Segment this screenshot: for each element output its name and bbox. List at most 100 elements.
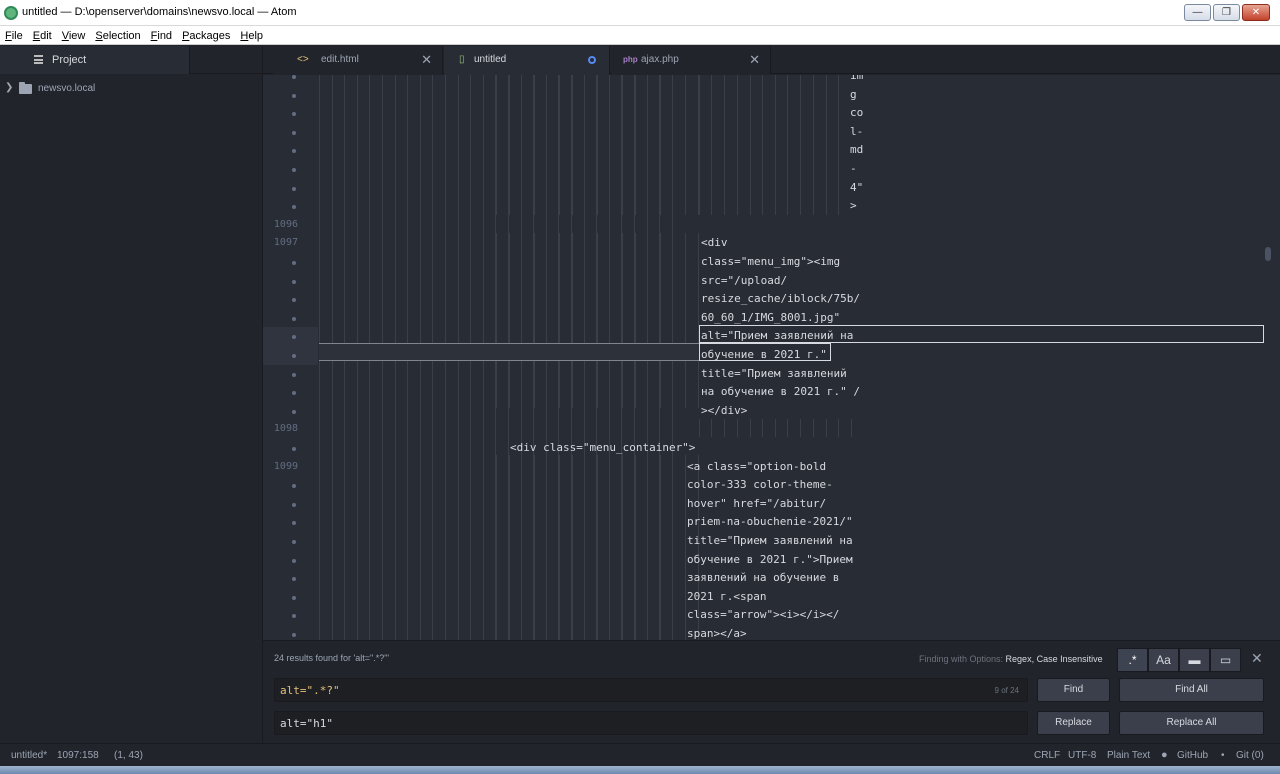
- code-line[interactable]: 2021 г.<span: [687, 588, 766, 607]
- code-line[interactable]: im: [850, 75, 863, 86]
- indent-guide: [699, 75, 700, 215]
- indent-guide: [534, 233, 535, 408]
- code-line[interactable]: l-: [850, 123, 863, 142]
- code-line[interactable]: md: [850, 141, 863, 160]
- indent-guide: [838, 75, 839, 215]
- code-line[interactable]: 4": [850, 179, 863, 198]
- indent-guide: [597, 233, 598, 408]
- indent-guide: [672, 75, 673, 215]
- code-line[interactable]: class="menu_img"><img: [701, 253, 840, 272]
- code-line[interactable]: color-333 color-theme-: [687, 476, 833, 495]
- minimize-button[interactable]: —: [1184, 4, 1211, 21]
- replace-input-value: alt="h1": [280, 717, 333, 730]
- status-git[interactable]: Git (0): [1236, 750, 1264, 761]
- status-line-ending[interactable]: CRLF: [1034, 750, 1060, 761]
- menu-edit[interactable]: Edit: [28, 27, 57, 42]
- case-sensitive-toggle-button[interactable]: Aa: [1148, 648, 1179, 672]
- indent-guide: [559, 455, 560, 640]
- maximize-button[interactable]: ❐: [1213, 4, 1240, 21]
- replace-button[interactable]: Replace: [1037, 711, 1110, 735]
- modified-indicator-icon[interactable]: [588, 56, 596, 64]
- code-line[interactable]: priem-na-obuchenie-2021/": [687, 513, 853, 532]
- tree-item-root-folder[interactable]: ❯ newsvo.local: [0, 80, 262, 98]
- status-encoding[interactable]: UTF-8: [1068, 750, 1096, 761]
- indent-guide: [762, 419, 763, 437]
- text-editor[interactable]: 1096 1097 1098 1099 im g co l-md -4" > <div class=…: [263, 75, 1280, 640]
- code-line[interactable]: 60_60_1/IMG_8001.jpg": [701, 309, 840, 328]
- code-line[interactable]: заявлений на обучение в: [687, 569, 839, 588]
- code-line[interactable]: <div: [701, 234, 728, 253]
- replace-input[interactable]: alt="h1": [274, 711, 1028, 735]
- whole-word-toggle-button[interactable]: ▭: [1210, 648, 1241, 672]
- soft-wrap-dot: [292, 595, 296, 600]
- title-bar: untitled — D:\openserver\domains\newsvo.…: [0, 0, 1280, 26]
- code-line[interactable]: -: [850, 160, 857, 179]
- file-icon: ▯: [459, 54, 465, 65]
- status-file-name[interactable]: untitled*: [11, 750, 47, 761]
- indent-guide: [622, 455, 623, 640]
- project-tab[interactable]: Project: [0, 46, 190, 74]
- code-line[interactable]: <a class="option-bold: [687, 458, 826, 477]
- code-line[interactable]: обучение в 2021 г.">Прием: [687, 551, 853, 570]
- code-line[interactable]: <div class="menu_container">: [510, 439, 695, 458]
- vertical-scrollbar[interactable]: [1265, 247, 1271, 261]
- indent-guide: [609, 455, 610, 640]
- status-cursor-position[interactable]: 1097:158: [57, 750, 99, 761]
- status-github[interactable]: GitHub: [1177, 750, 1208, 761]
- menu-help[interactable]: Help: [235, 27, 268, 42]
- find-all-button[interactable]: Find All: [1119, 678, 1264, 702]
- code-line[interactable]: на обучение в 2021 г." /: [701, 383, 860, 402]
- tab-label: edit.html: [321, 54, 359, 65]
- tab-untitled[interactable]: ▯ untitled: [444, 46, 610, 75]
- menu-view[interactable]: View: [57, 27, 91, 42]
- indent-guide: [496, 455, 497, 640]
- code-line[interactable]: ></div>: [701, 402, 747, 421]
- code-line[interactable]: span></a>: [687, 625, 747, 640]
- github-icon[interactable]: ●: [1161, 749, 1168, 761]
- code-line[interactable]: g: [850, 86, 857, 105]
- menu-packages[interactable]: Packages: [177, 27, 235, 42]
- git-branch-icon[interactable]: •: [1221, 750, 1225, 761]
- close-window-button[interactable]: ✕: [1242, 4, 1270, 21]
- menu-file[interactable]: File: [0, 27, 28, 42]
- options-prefix: Finding with Options:: [919, 654, 1006, 664]
- find-input[interactable]: alt=".*?" 9 of 24: [274, 678, 1028, 702]
- close-find-panel-icon[interactable]: ✕: [1251, 650, 1263, 667]
- indent-guide: [496, 233, 497, 408]
- chevron-right-icon[interactable]: ❯: [5, 82, 13, 93]
- code-line[interactable]: src="/upload/: [701, 272, 787, 291]
- close-tab-icon[interactable]: ✕: [421, 52, 432, 68]
- indent-guide: [609, 233, 610, 408]
- code-line[interactable]: alt="Прием заявлений на: [701, 327, 853, 346]
- code-line[interactable]: >: [850, 197, 857, 216]
- menu-selection[interactable]: Selection: [90, 27, 145, 42]
- cursor-line-highlight: [319, 343, 699, 361]
- indent-guide: [813, 419, 814, 437]
- indent-guide: [635, 233, 636, 408]
- code-line[interactable]: hover" href="/abitur/: [687, 495, 826, 514]
- code-line[interactable]: обучение в 2021 г.": [701, 346, 827, 365]
- code-line[interactable]: title="Прием заявлений: [701, 365, 847, 384]
- regex-toggle-button[interactable]: .*: [1117, 648, 1148, 672]
- find-input-value: alt=".*?": [280, 684, 340, 697]
- find-button[interactable]: Find: [1037, 678, 1110, 702]
- soft-wrap-dot: [292, 391, 296, 396]
- tab-bar: <> edit.html ✕ ▯ untitled php ajax.php ✕: [263, 46, 1280, 75]
- close-tab-icon[interactable]: ✕: [749, 52, 760, 68]
- code-line[interactable]: co: [850, 104, 863, 123]
- status-grammar[interactable]: Plain Text: [1107, 750, 1150, 761]
- tab-edit-html[interactable]: <> edit.html ✕: [273, 46, 443, 74]
- line-number: 1097: [273, 237, 298, 249]
- indent-guide: [750, 75, 751, 215]
- tab-ajax-php[interactable]: php ajax.php ✕: [611, 46, 771, 74]
- code-line[interactable]: title="Прием заявлений на: [687, 532, 853, 551]
- indent-guide: [546, 455, 547, 640]
- in-selection-toggle-button[interactable]: ▬: [1179, 648, 1210, 672]
- code-line[interactable]: class="arrow"><i></i></: [687, 606, 839, 625]
- atom-logo-icon: [4, 6, 18, 20]
- php-file-icon: php: [623, 55, 638, 64]
- replace-all-button[interactable]: Replace All: [1119, 711, 1264, 735]
- menu-find[interactable]: Find: [146, 27, 177, 42]
- status-selection-count: (1, 43): [114, 750, 143, 761]
- code-line[interactable]: resize_cache/iblock/75b/: [701, 290, 860, 309]
